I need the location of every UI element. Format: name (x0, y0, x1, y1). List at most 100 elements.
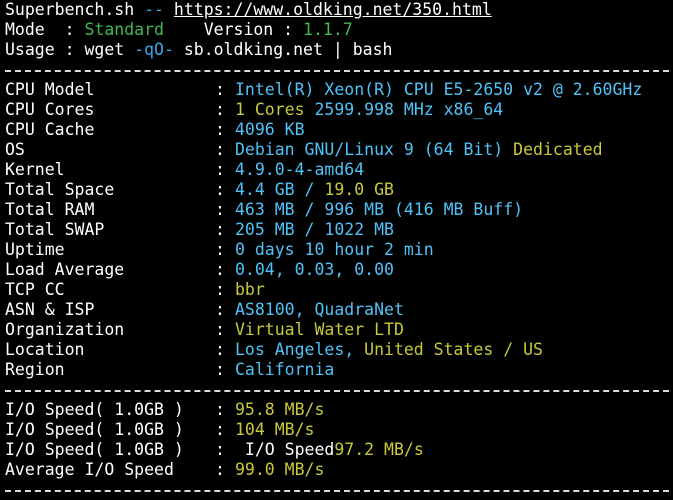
row-value: Intel(R) Xeon(R) CPU E5-2650 v2 @ 2.60GH… (235, 80, 643, 99)
usage-flag: -qO- (134, 40, 174, 59)
row-colon: : (215, 340, 225, 359)
row-key: Total Space (5, 180, 115, 199)
row-key: Region (5, 360, 65, 379)
info-row: Uptime:0 days 10 hour 2 min (5, 240, 673, 260)
row-value: Los Angeles, (235, 340, 365, 359)
row-value: 4.9.0-4-amd64 (235, 160, 365, 179)
row-value: AS8100, QuadraNet (235, 300, 404, 319)
row-value: 0.04, 0.03, 0.00 (235, 260, 394, 279)
row-colon: : (215, 200, 225, 219)
row-value: 99.0 MB/s (235, 460, 325, 479)
info-row: OS: Debian GNU/Linux 9 (64 Bit) Dedicated (5, 140, 673, 160)
row-key: OS (5, 140, 25, 159)
row-key: Load Average (5, 260, 125, 279)
row-key: CPU Cores (5, 100, 95, 119)
row-key: Total RAM (5, 200, 95, 219)
row-colon: : (215, 360, 225, 379)
row-value: 104 MB/s (235, 420, 315, 439)
info-row: Organization: Virtual Water LTD (5, 320, 673, 340)
row-colon: : (215, 460, 225, 479)
row-value: United States / US (364, 340, 543, 359)
row-colon: : (215, 220, 225, 239)
row-key: Average I/O Speed (5, 460, 174, 479)
row-value: 1 Cores (235, 100, 315, 119)
info-row: Total RAM:463 MB / 996 MB (416 MB Buff) (5, 200, 673, 220)
row-value: 0 days 10 hour 2 min (235, 240, 434, 259)
banner-line: Superbench.sh -- https://www.oldking.net… (5, 0, 673, 20)
info-row: Total SWAP:205 MB / 1022 MB (5, 220, 673, 240)
usage-label: Usage : wget (5, 40, 135, 59)
info-row: Kernel:4.9.0-4-amd64 (5, 160, 673, 180)
row-colon: : (215, 180, 225, 199)
row-value: 4096 KB (235, 120, 305, 139)
row-colon: : (215, 140, 225, 159)
separator (5, 60, 673, 80)
row-colon: : (215, 240, 225, 259)
info-row: ASN & ISP: AS8100, QuadraNet (5, 300, 673, 320)
info-row: TCP CC: bbr (5, 280, 673, 300)
system-info-section: CPU Model: Intel(R) Xeon(R) CPU E5-2650 v… (5, 80, 673, 380)
row-colon: : (215, 160, 225, 179)
row-key: CPU Cache (5, 120, 95, 139)
row-colon: : (215, 440, 225, 459)
row-key: TCP CC (5, 280, 65, 299)
mode-line: Mode : Standard Version : 1.1.7 (5, 20, 673, 40)
row-key: ASN & ISP (5, 300, 95, 319)
usage-line: Usage : wget -qO- sb.oldking.net | bash (5, 40, 673, 60)
row-colon: : (215, 300, 225, 319)
row-value: Virtual Water LTD (235, 320, 404, 339)
info-row: CPU Cores:1 Cores 2599.998 MHz x86_64 (5, 100, 673, 120)
usage-rest: sb.oldking.net | bash (173, 40, 393, 59)
row-key: Location (5, 340, 85, 359)
banner-separator: -- (134, 0, 174, 19)
row-colon: : (215, 100, 225, 119)
io-row: I/O Speed( 1.0GB ):95.8 MB/s (5, 400, 673, 420)
io-row: Average I/O Speed:99.0 MB/s (5, 460, 673, 480)
row-colon: : (215, 420, 225, 439)
io-row: I/O Speed( 1.0GB ):104 MB/s (5, 420, 673, 440)
row-key: Uptime (5, 240, 65, 259)
row-value: 4.4 GB / (235, 180, 325, 199)
row-value: I/O Speed (235, 440, 335, 459)
row-value: 19.0 GB (324, 180, 394, 199)
row-value: Dedicated (513, 140, 603, 159)
info-row: Location: Los Angeles, United States / US (5, 340, 673, 360)
row-key: I/O Speed( 1.0GB ) (5, 400, 184, 419)
script-name: Superbench.sh (5, 0, 135, 19)
row-value: Debian GNU/Linux 9 (64 Bit) (235, 140, 514, 159)
version-label: Version : (163, 20, 304, 39)
row-value: bbr (235, 280, 265, 299)
info-row: Region: California (5, 360, 673, 380)
io-speed-section: I/O Speed( 1.0GB ):95.8 MB/s I/O Speed( 1… (5, 400, 673, 480)
row-value: 2599.998 MHz x86_64 (314, 100, 504, 119)
io-row: I/O Speed( 1.0GB ): I/O Speed97.2 MB/s (5, 440, 673, 460)
row-key: Organization (5, 320, 125, 339)
row-key: I/O Speed( 1.0GB ) (5, 420, 184, 439)
row-colon: : (215, 280, 225, 299)
row-key: I/O Speed( 1.0GB ) (5, 440, 184, 459)
row-colon: : (215, 120, 225, 139)
row-value: 463 MB / 996 MB (416 MB Buff) (235, 200, 524, 219)
info-row: CPU Cache:4096 KB (5, 120, 673, 140)
row-value: California (235, 360, 335, 379)
row-key: Total SWAP (5, 220, 105, 239)
separator (5, 480, 673, 500)
row-key: CPU Model (5, 80, 95, 99)
info-row: CPU Model: Intel(R) Xeon(R) CPU E5-2650 v… (5, 80, 673, 100)
info-row: Total Space:4.4 GB / 19.0 GB (5, 180, 673, 200)
version-value: 1.1.7 (303, 20, 353, 39)
row-value: 97.2 MB/s (334, 440, 424, 459)
row-value: 95.8 MB/s (235, 400, 325, 419)
row-key: Kernel (5, 160, 65, 179)
script-url-link[interactable]: https://www.oldking.net/350.html (174, 0, 492, 19)
row-colon: : (215, 320, 225, 339)
separator (5, 380, 673, 400)
terminal-window: Superbench.sh -- https://www.oldking.net… (0, 0, 673, 495)
mode-value: Standard (84, 20, 164, 39)
info-row: Load Average:0.04, 0.03, 0.00 (5, 260, 673, 280)
row-value: 205 MB / 1022 MB (235, 220, 394, 239)
row-colon: : (215, 400, 225, 419)
row-colon: : (215, 260, 225, 279)
row-colon: : (215, 80, 225, 99)
mode-label: Mode : (5, 20, 85, 39)
